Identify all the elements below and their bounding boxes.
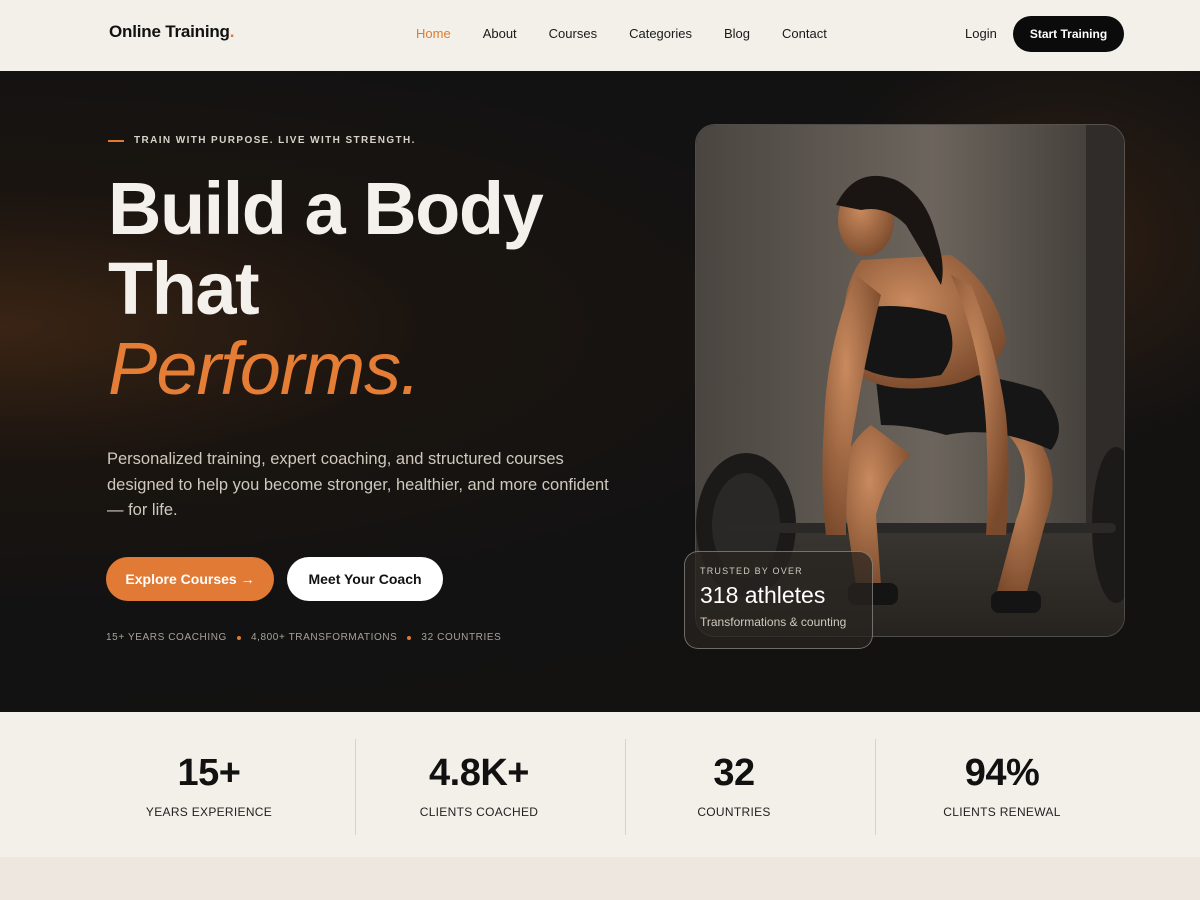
top-navbar: Online Training. Home About Courses Cate…: [0, 0, 1200, 71]
trust-badge-card: TRUSTED BY OVER 318 athletes Transformat…: [684, 551, 873, 649]
logo-text: Online Training: [109, 22, 230, 41]
stat-value: 4.8K+: [429, 752, 529, 794]
hero-meta-line: 15+ YEARS COACHING 4,800+ TRANSFORMATION…: [106, 632, 501, 643]
stat-clients: 4.8K+ CLIENTS COACHED: [378, 712, 580, 857]
stat-label: CLIENTS COACHED: [419, 805, 539, 819]
stat-value: 94%: [964, 752, 1040, 794]
hero-headline: Build a Body That Performs.: [108, 167, 544, 410]
meta-dot: [407, 635, 412, 640]
stat-value: 32: [713, 752, 755, 794]
stat-years: 15+ YEARS EXPERIENCE: [108, 712, 310, 857]
hero-eyebrow: TRAIN WITH PURPOSE. LIVE WITH STRENGTH.: [108, 135, 416, 146]
eyebrow-text: TRAIN WITH PURPOSE. LIVE WITH STRENGTH.: [134, 135, 416, 146]
stats-section: 15+ YEARS EXPERIENCE 4.8K+ CLIENTS COACH…: [0, 712, 1200, 857]
start-training-button[interactable]: Start Training: [1013, 16, 1124, 52]
stat-label: YEARS EXPERIENCE: [145, 805, 273, 819]
stat-value: 15+: [177, 752, 241, 794]
stat-divider: [875, 739, 876, 835]
login-link[interactable]: Login: [965, 26, 997, 41]
footer-band: [0, 857, 1200, 900]
explore-courses-button[interactable]: Explore Courses →: [106, 557, 274, 601]
trust-label: TRUSTED BY OVER: [700, 566, 803, 576]
headline-line-2: That: [108, 247, 260, 330]
stat-countries: 32 COUNTRIES: [633, 712, 835, 857]
trust-value: 318 athletes: [700, 582, 826, 608]
logo-dot: .: [229, 22, 235, 41]
meta-years: 15+ YEARS COACHING: [106, 632, 227, 643]
hero-description: Personalized training, expert coaching, …: [107, 450, 609, 519]
headline-line-3: Performs.: [108, 327, 421, 410]
stat-divider: [625, 739, 626, 835]
eyebrow-dash: [108, 139, 124, 142]
main-menu: Home About Courses Categories Blog Conta…: [416, 26, 859, 41]
stat-label: CLIENTS RENEWAL: [943, 805, 1061, 819]
site-logo[interactable]: Online Training.: [109, 22, 234, 42]
meet-coach-button[interactable]: Meet Your Coach: [287, 557, 443, 601]
nav-link-about[interactable]: About: [483, 26, 517, 41]
nav-link-contact[interactable]: Contact: [782, 26, 827, 41]
meta-countries: 32 COUNTRIES: [421, 632, 502, 643]
meta-dot: [236, 635, 241, 640]
trust-subtext: Transformations & counting: [700, 615, 847, 629]
nav-link-categories[interactable]: Categories: [629, 26, 692, 41]
hero-section: TRAIN WITH PURPOSE. LIVE WITH STRENGTH. …: [0, 71, 1200, 712]
nav-link-courses[interactable]: Courses: [549, 26, 597, 41]
stat-renewal: 94% CLIENTS RENEWAL: [901, 712, 1103, 857]
nav-link-blog[interactable]: Blog: [724, 26, 750, 41]
meta-transformations: 4,800+ TRANSFORMATIONS: [250, 632, 398, 643]
nav-link-home[interactable]: Home: [416, 26, 451, 41]
headline-line-1: Build a Body: [108, 167, 544, 250]
stat-divider: [355, 739, 356, 835]
stat-label: COUNTRIES: [697, 805, 771, 819]
